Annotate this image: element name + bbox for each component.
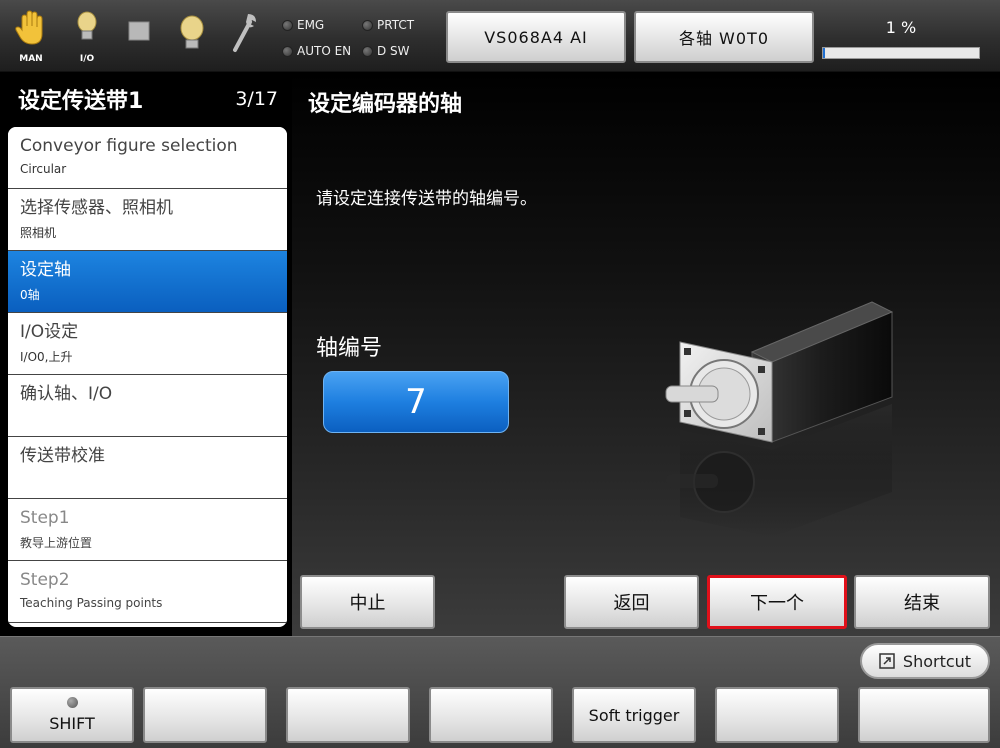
finish-button[interactable]: 结束 xyxy=(854,575,990,629)
step-item-set-axis[interactable]: 设定轴 0轴 xyxy=(8,251,287,313)
step-item-value: 教导上游位置 xyxy=(20,536,93,550)
soft-trigger-key[interactable]: Soft trigger xyxy=(572,687,696,743)
step-item-conveyor-calibration[interactable]: 传送带校准 xyxy=(8,437,287,499)
progress-label: 1 % xyxy=(885,18,917,37)
led-dot-icon xyxy=(362,19,373,31)
function-key-label: SHIFT xyxy=(49,714,95,733)
instruction-text: 请设定连接传送带的轴编号。 xyxy=(316,189,537,209)
function-key-3[interactable] xyxy=(286,687,410,743)
bulb-icon xyxy=(77,11,97,40)
wizard-step-list: Conveyor figure selection Circular 选择传感器… xyxy=(8,127,287,627)
shift-key[interactable]: SHIFT xyxy=(10,687,134,743)
step-item-label: 传送带校准 xyxy=(20,446,105,466)
step-item-figure-selection[interactable]: Conveyor figure selection Circular xyxy=(8,127,287,189)
function-key-label: Soft trigger xyxy=(588,705,680,725)
step-item-label: 选择传感器、照相机 xyxy=(20,198,173,218)
prtct-label: PRTCT xyxy=(377,18,415,32)
dsw-label: D SW xyxy=(377,44,410,58)
robot-model-button[interactable]: VS068A4 AI xyxy=(446,11,626,63)
progress-bar xyxy=(822,47,980,59)
status-leds: EMG PRTCT AUTO EN D SW xyxy=(282,18,442,62)
step-item-step1[interactable]: Step1 教导上游位置 xyxy=(8,499,287,561)
step-item-value: 0轴 xyxy=(20,288,40,302)
shift-led-icon xyxy=(66,697,78,708)
step-item-label: 设定轴 xyxy=(20,260,71,280)
manual-mode-indicator[interactable]: MAN xyxy=(14,10,48,64)
emg-led: EMG xyxy=(282,18,324,32)
step-item-sensor-camera[interactable]: 选择传感器、照相机 照相机 xyxy=(8,189,287,251)
axis-number-label: 轴编号 xyxy=(316,336,383,361)
function-key-7[interactable] xyxy=(858,687,990,743)
abort-button[interactable]: 中止 xyxy=(300,575,435,629)
bulb-icon xyxy=(180,15,204,49)
progress-fill xyxy=(823,48,825,58)
step-item-value: Teaching Passing points xyxy=(20,596,163,610)
page-title: 设定编码器的轴 xyxy=(308,92,463,117)
step-item-label: Step1 xyxy=(20,508,70,528)
back-button[interactable]: 返回 xyxy=(564,575,699,629)
step-item-io-setting[interactable]: I/O设定 I/O0,上升 xyxy=(8,313,287,375)
step-item-confirm-axis-io[interactable]: 确认轴、I/O xyxy=(8,375,287,437)
led-dot-icon xyxy=(282,19,293,31)
left-panel-header: 设定传送带1 3/17 xyxy=(0,72,292,126)
step-item-label: Conveyor figure selection xyxy=(20,136,238,156)
stop-indicator[interactable] xyxy=(124,10,154,64)
function-key-2[interactable] xyxy=(143,687,267,743)
external-link-icon xyxy=(879,653,895,669)
axis-coordinate-button[interactable]: 各轴 W0T0 xyxy=(634,11,814,63)
wizard-title: 设定传送带1 xyxy=(18,89,144,114)
emg-label: EMG xyxy=(297,18,325,32)
step-item-value: I/O0,上升 xyxy=(20,350,73,364)
auto-en-label: AUTO EN xyxy=(297,44,352,58)
hand-icon xyxy=(15,10,43,45)
auto-en-led: AUTO EN xyxy=(282,44,351,58)
main-content: 设定编码器的轴 请设定连接传送带的轴编号。 轴编号 7 中止 返回 下一个 结束 xyxy=(292,72,1000,636)
lamp-indicator[interactable] xyxy=(176,10,208,64)
step-item-label: 确认轴、I/O xyxy=(20,384,113,404)
step-item-label: Step2 xyxy=(20,570,70,590)
io-indicator[interactable]: I/O xyxy=(72,10,102,64)
wrench-icon xyxy=(233,14,256,52)
step-counter: 3/17 xyxy=(235,88,278,110)
next-button[interactable]: 下一个 xyxy=(707,575,847,629)
io-caption: I/O xyxy=(79,54,95,64)
stop-square-icon xyxy=(128,21,150,41)
led-dot-icon xyxy=(282,45,293,57)
shortcut-label: Shortcut xyxy=(902,651,972,671)
function-key-bar: Shortcut SHIFT Soft trigger xyxy=(0,636,1000,748)
maintenance-indicator[interactable] xyxy=(228,10,260,64)
function-key-4[interactable] xyxy=(429,687,553,743)
top-status-bar: MAN I/O EMG PRTCT AUTO EN D SW VS068A4 A… xyxy=(0,0,1000,72)
led-dot-icon xyxy=(362,45,373,57)
manual-mode-caption: MAN xyxy=(19,54,43,64)
step-item-step2[interactable]: Step2 Teaching Passing points xyxy=(8,561,287,623)
dsw-led: D SW xyxy=(362,44,410,58)
step-item-value: Circular xyxy=(20,162,67,176)
function-key-6[interactable] xyxy=(715,687,839,743)
shortcut-button[interactable]: Shortcut xyxy=(860,643,990,679)
step-item-label: I/O设定 xyxy=(20,322,79,342)
axis-number-input[interactable]: 7 xyxy=(323,371,509,433)
servo-motor-image xyxy=(665,301,894,537)
step-item-value: 照相机 xyxy=(20,226,57,240)
prtct-led: PRTCT xyxy=(362,18,414,32)
